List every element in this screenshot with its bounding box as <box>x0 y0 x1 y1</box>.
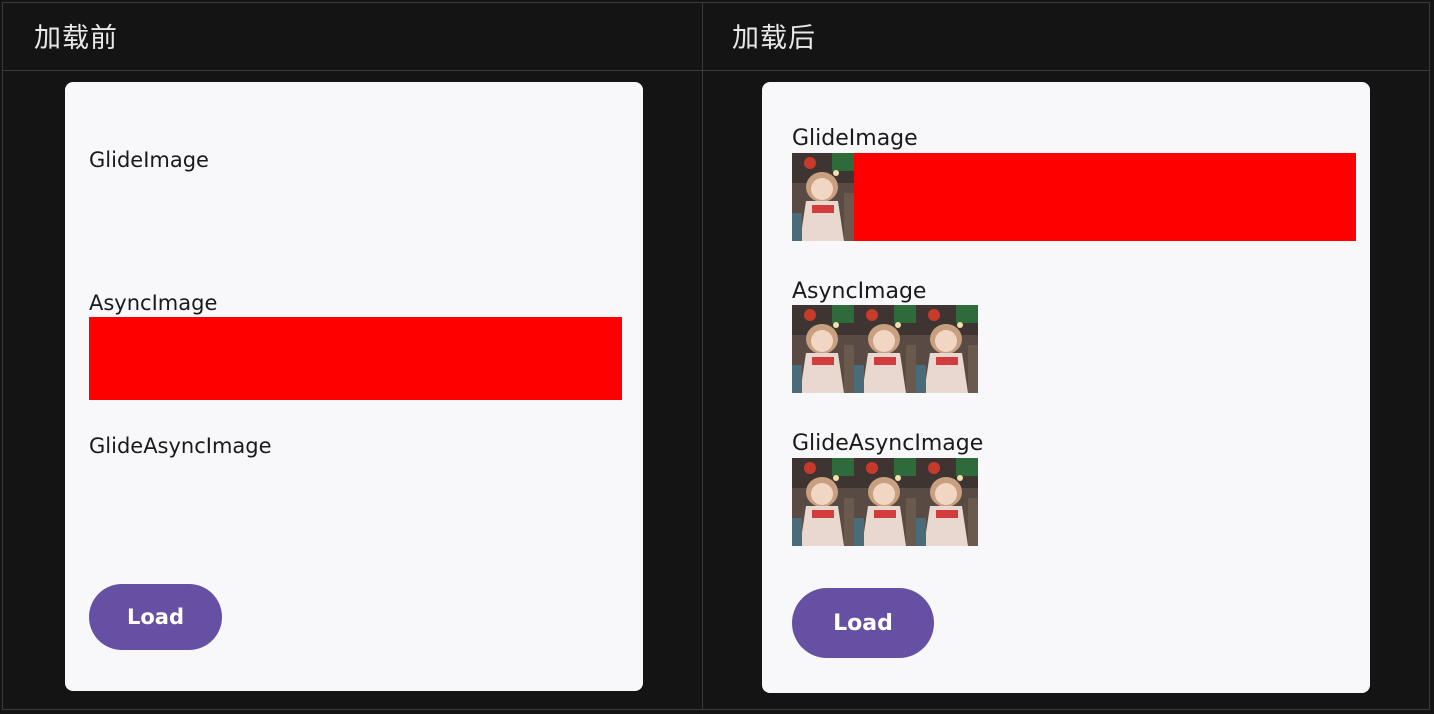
glide-image-thumbnail <box>792 153 854 241</box>
before-column-title: 加载前 <box>34 23 118 54</box>
async-image-tile <box>916 305 978 393</box>
async-image-label: AsyncImage <box>792 279 927 304</box>
async-image-placeholder <box>89 317 622 400</box>
load-button[interactable]: Load <box>792 588 934 658</box>
load-button[interactable]: Load <box>89 584 222 650</box>
async-image-tile <box>854 305 916 393</box>
after-column-title: 加载后 <box>732 23 816 54</box>
glide-async-image-label: GlideAsyncImage <box>89 434 272 458</box>
async-image-tile <box>792 305 854 393</box>
header-divider <box>2 70 1430 71</box>
glide-image-label: GlideImage <box>89 148 209 172</box>
async-image-label: AsyncImage <box>89 291 218 315</box>
before-screen: GlideImage AsyncImage GlideAsyncImage Lo… <box>65 82 643 691</box>
glide-async-image-label: GlideAsyncImage <box>792 431 984 456</box>
after-screen: GlideImage AsyncImage GlideAsyncImage Lo… <box>762 82 1370 693</box>
glide-async-image-tile <box>916 458 978 546</box>
glide-image-label: GlideImage <box>792 126 918 151</box>
glide-async-image-tile <box>854 458 916 546</box>
glide-async-image-tile <box>792 458 854 546</box>
glide-image-placeholder <box>854 153 1356 241</box>
column-divider <box>702 2 703 710</box>
